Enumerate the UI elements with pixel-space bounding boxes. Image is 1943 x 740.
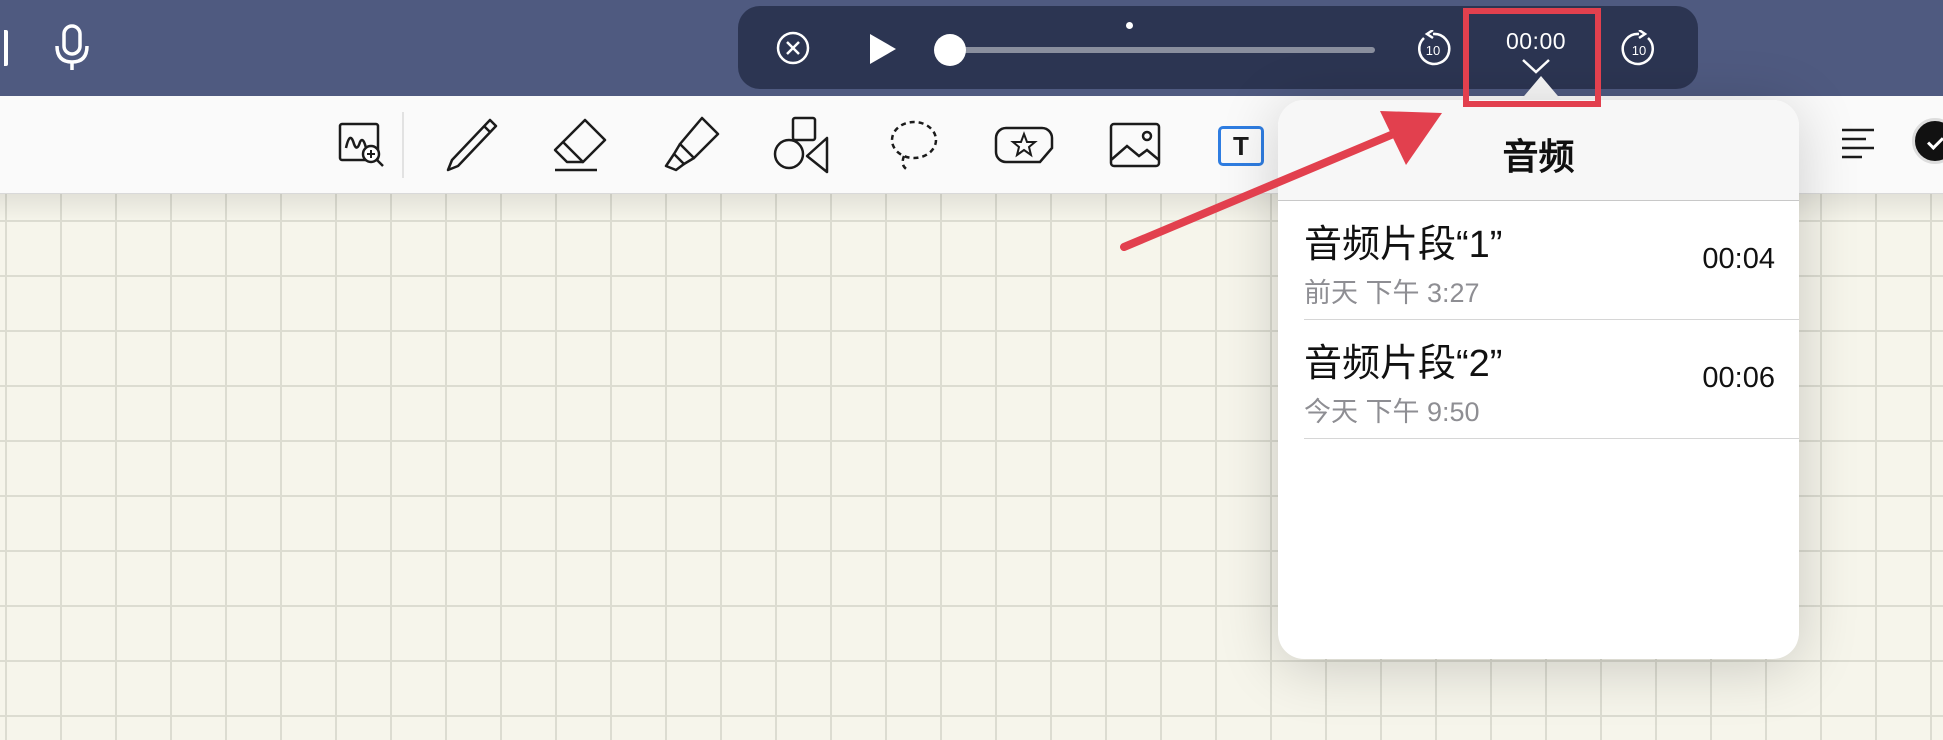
- toolbar-divider: [402, 112, 404, 178]
- lasso-icon: [890, 120, 938, 172]
- playback-progress-track[interactable]: [938, 47, 1375, 53]
- sidebar-toggle-icon[interactable]: [0, 30, 8, 66]
- page-indicator-dot: [1126, 22, 1133, 29]
- close-player-icon[interactable]: [775, 30, 811, 66]
- zoom-window-icon: [338, 122, 384, 167]
- pen-tool[interactable]: [438, 114, 502, 178]
- sticker-tool[interactable]: [992, 114, 1056, 178]
- highlight-box-annotation: [1463, 8, 1601, 107]
- skip-back-label: 10: [1426, 43, 1440, 58]
- top-header-bar: 10 00:00 10: [0, 0, 1943, 96]
- eraser-tool[interactable]: [549, 114, 613, 178]
- highlighter-tool[interactable]: [660, 114, 724, 178]
- play-icon[interactable]: [866, 32, 898, 66]
- playback-scrubber-knob[interactable]: [934, 34, 966, 66]
- lasso-tool[interactable]: [882, 114, 946, 178]
- shapes-icon: [773, 116, 829, 174]
- recording-name: 音频片段“2”: [1304, 343, 1503, 385]
- microphone-icon[interactable]: [52, 24, 92, 72]
- recording-date: 前天 下午 3:27: [1304, 278, 1480, 308]
- skip-forward-label: 10: [1632, 43, 1646, 58]
- shapes-tool[interactable]: [771, 114, 835, 178]
- color-picker-swatch[interactable]: [1912, 118, 1943, 164]
- skip-back-10-icon[interactable]: 10: [1414, 30, 1452, 68]
- recording-item[interactable]: 音频片段“2” 今天 下午 9:50 00:06: [1304, 320, 1799, 439]
- recording-date: 今天 下午 9:50: [1304, 397, 1480, 427]
- recording-duration: 00:04: [1702, 243, 1775, 275]
- text-align-icon[interactable]: [1840, 126, 1876, 160]
- annotation-arrow-icon: [1120, 111, 1442, 251]
- highlighter-icon: [664, 116, 720, 172]
- sticker-star-icon: [994, 126, 1054, 164]
- eraser-icon: [553, 118, 607, 172]
- recording-duration: 00:06: [1702, 362, 1775, 394]
- skip-forward-10-icon[interactable]: 10: [1620, 30, 1658, 68]
- zoom-window-tool[interactable]: [330, 114, 394, 178]
- pen-icon: [446, 118, 498, 172]
